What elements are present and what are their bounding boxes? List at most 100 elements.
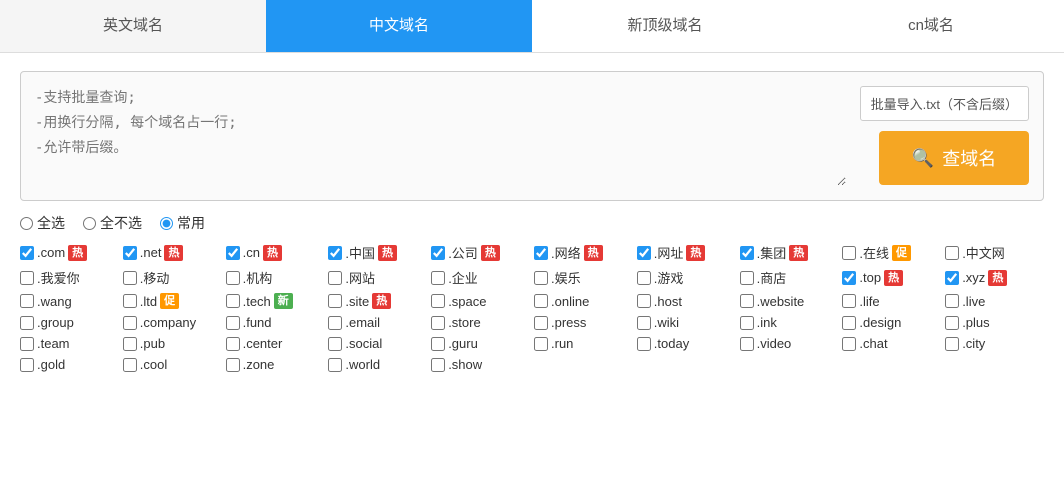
domain-checkbox[interactable] xyxy=(431,316,445,330)
domain-checkbox[interactable] xyxy=(534,246,548,260)
domain-checkbox[interactable] xyxy=(328,294,342,308)
select-all-label: 全选 xyxy=(37,213,65,233)
domain-checkbox[interactable] xyxy=(123,358,137,372)
domain-checkbox[interactable] xyxy=(123,316,137,330)
domain-checkbox[interactable] xyxy=(740,316,754,330)
import-button[interactable]: 批量导入.txt（不含后缀） xyxy=(860,86,1029,121)
domain-checkbox[interactable] xyxy=(637,316,651,330)
domain-checkbox[interactable] xyxy=(328,337,342,351)
domain-name-label: .商店 xyxy=(757,268,787,287)
domain-name-label: .网站 xyxy=(345,268,375,287)
domain-checkbox[interactable] xyxy=(328,271,342,285)
domain-checkbox[interactable] xyxy=(534,337,548,351)
domain-checkbox[interactable] xyxy=(945,316,959,330)
domain-item: .space xyxy=(431,293,530,309)
domain-name-label: .网络 xyxy=(551,243,581,262)
domain-checkbox[interactable] xyxy=(637,271,651,285)
domain-item: .在线促 xyxy=(842,243,941,262)
domain-item: .show xyxy=(431,357,530,372)
domain-checkbox[interactable] xyxy=(945,246,959,260)
domain-name-label: .公司 xyxy=(448,243,478,262)
domain-checkbox[interactable] xyxy=(431,358,445,372)
common-option[interactable]: 常用 xyxy=(160,213,205,233)
domain-checkbox[interactable] xyxy=(226,358,240,372)
domain-badge: 热 xyxy=(68,245,87,261)
domain-name-label: .机构 xyxy=(243,268,273,287)
domain-checkbox[interactable] xyxy=(637,337,651,351)
domain-checkbox[interactable] xyxy=(123,337,137,351)
common-radio[interactable] xyxy=(160,217,173,230)
domain-checkbox[interactable] xyxy=(842,271,856,285)
domain-checkbox[interactable] xyxy=(842,294,856,308)
domain-checkbox[interactable] xyxy=(431,294,445,308)
domain-item: .xyz热 xyxy=(945,268,1044,287)
tab-chinese-domain[interactable]: 中文域名 xyxy=(266,0,532,52)
deselect-all-radio[interactable] xyxy=(83,217,96,230)
domain-name-label: .video xyxy=(757,336,792,351)
domain-checkbox[interactable] xyxy=(20,294,34,308)
domain-search-input[interactable] xyxy=(35,86,846,186)
domain-checkbox[interactable] xyxy=(534,294,548,308)
domain-checkbox[interactable] xyxy=(20,358,34,372)
domain-badge: 热 xyxy=(584,245,603,261)
domain-checkbox[interactable] xyxy=(637,246,651,260)
domain-item: .site热 xyxy=(328,293,427,309)
domain-checkbox[interactable] xyxy=(328,316,342,330)
select-all-radio[interactable] xyxy=(20,217,33,230)
domain-checkbox[interactable] xyxy=(945,294,959,308)
domain-name-label: .中国 xyxy=(345,243,375,262)
domain-checkbox[interactable] xyxy=(226,294,240,308)
domain-checkbox[interactable] xyxy=(842,246,856,260)
domain-name-label: .store xyxy=(448,315,481,330)
domain-checkbox[interactable] xyxy=(740,294,754,308)
domain-name-label: .ltd xyxy=(140,294,157,309)
domain-item: .live xyxy=(945,293,1044,309)
domain-checkbox[interactable] xyxy=(20,246,34,260)
domain-name-label: .city xyxy=(962,336,985,351)
domain-checkbox[interactable] xyxy=(431,246,445,260)
domain-name-label: .company xyxy=(140,315,196,330)
tab-english-domain[interactable]: 英文域名 xyxy=(0,0,266,52)
domain-item: .chat xyxy=(842,336,941,351)
tab-new-tld[interactable]: 新顶级域名 xyxy=(532,0,798,52)
domain-name-label: .cool xyxy=(140,357,167,372)
domain-checkbox[interactable] xyxy=(123,294,137,308)
deselect-all-option[interactable]: 全不选 xyxy=(83,213,142,233)
domain-name-label: .wang xyxy=(37,294,72,309)
domain-checkbox[interactable] xyxy=(123,246,137,260)
domain-checkbox[interactable] xyxy=(637,294,651,308)
domain-checkbox[interactable] xyxy=(328,358,342,372)
domain-item: .life xyxy=(842,293,941,309)
domain-checkbox[interactable] xyxy=(534,316,548,330)
domain-checkbox[interactable] xyxy=(740,271,754,285)
domain-item: .center xyxy=(226,336,325,351)
search-button[interactable]: 🔍 查域名 xyxy=(879,131,1029,185)
domain-checkbox[interactable] xyxy=(534,271,548,285)
domain-checkbox[interactable] xyxy=(945,337,959,351)
domain-badge: 促 xyxy=(892,245,911,261)
domain-badge: 热 xyxy=(378,245,397,261)
domain-checkbox[interactable] xyxy=(20,337,34,351)
domain-checkbox[interactable] xyxy=(20,316,34,330)
domain-checkbox[interactable] xyxy=(945,271,959,285)
domain-checkbox[interactable] xyxy=(328,246,342,260)
domain-checkbox[interactable] xyxy=(226,316,240,330)
domain-checkbox[interactable] xyxy=(740,246,754,260)
domain-name-label: .集团 xyxy=(757,243,787,262)
domain-checkbox[interactable] xyxy=(431,337,445,351)
domain-checkbox[interactable] xyxy=(226,271,240,285)
domain-checkbox[interactable] xyxy=(226,246,240,260)
domain-checkbox[interactable] xyxy=(740,337,754,351)
domain-checkbox[interactable] xyxy=(20,271,34,285)
domain-checkbox[interactable] xyxy=(431,271,445,285)
domain-item: .ltd促 xyxy=(123,293,222,309)
domain-badge: 热 xyxy=(481,245,500,261)
tab-cn-domain[interactable]: cn域名 xyxy=(798,0,1064,52)
select-all-option[interactable]: 全选 xyxy=(20,213,65,233)
domain-checkbox[interactable] xyxy=(226,337,240,351)
domain-name-label: .网址 xyxy=(654,243,684,262)
domain-item: .wang xyxy=(20,293,119,309)
domain-checkbox[interactable] xyxy=(842,337,856,351)
domain-checkbox[interactable] xyxy=(123,271,137,285)
domain-checkbox[interactable] xyxy=(842,316,856,330)
